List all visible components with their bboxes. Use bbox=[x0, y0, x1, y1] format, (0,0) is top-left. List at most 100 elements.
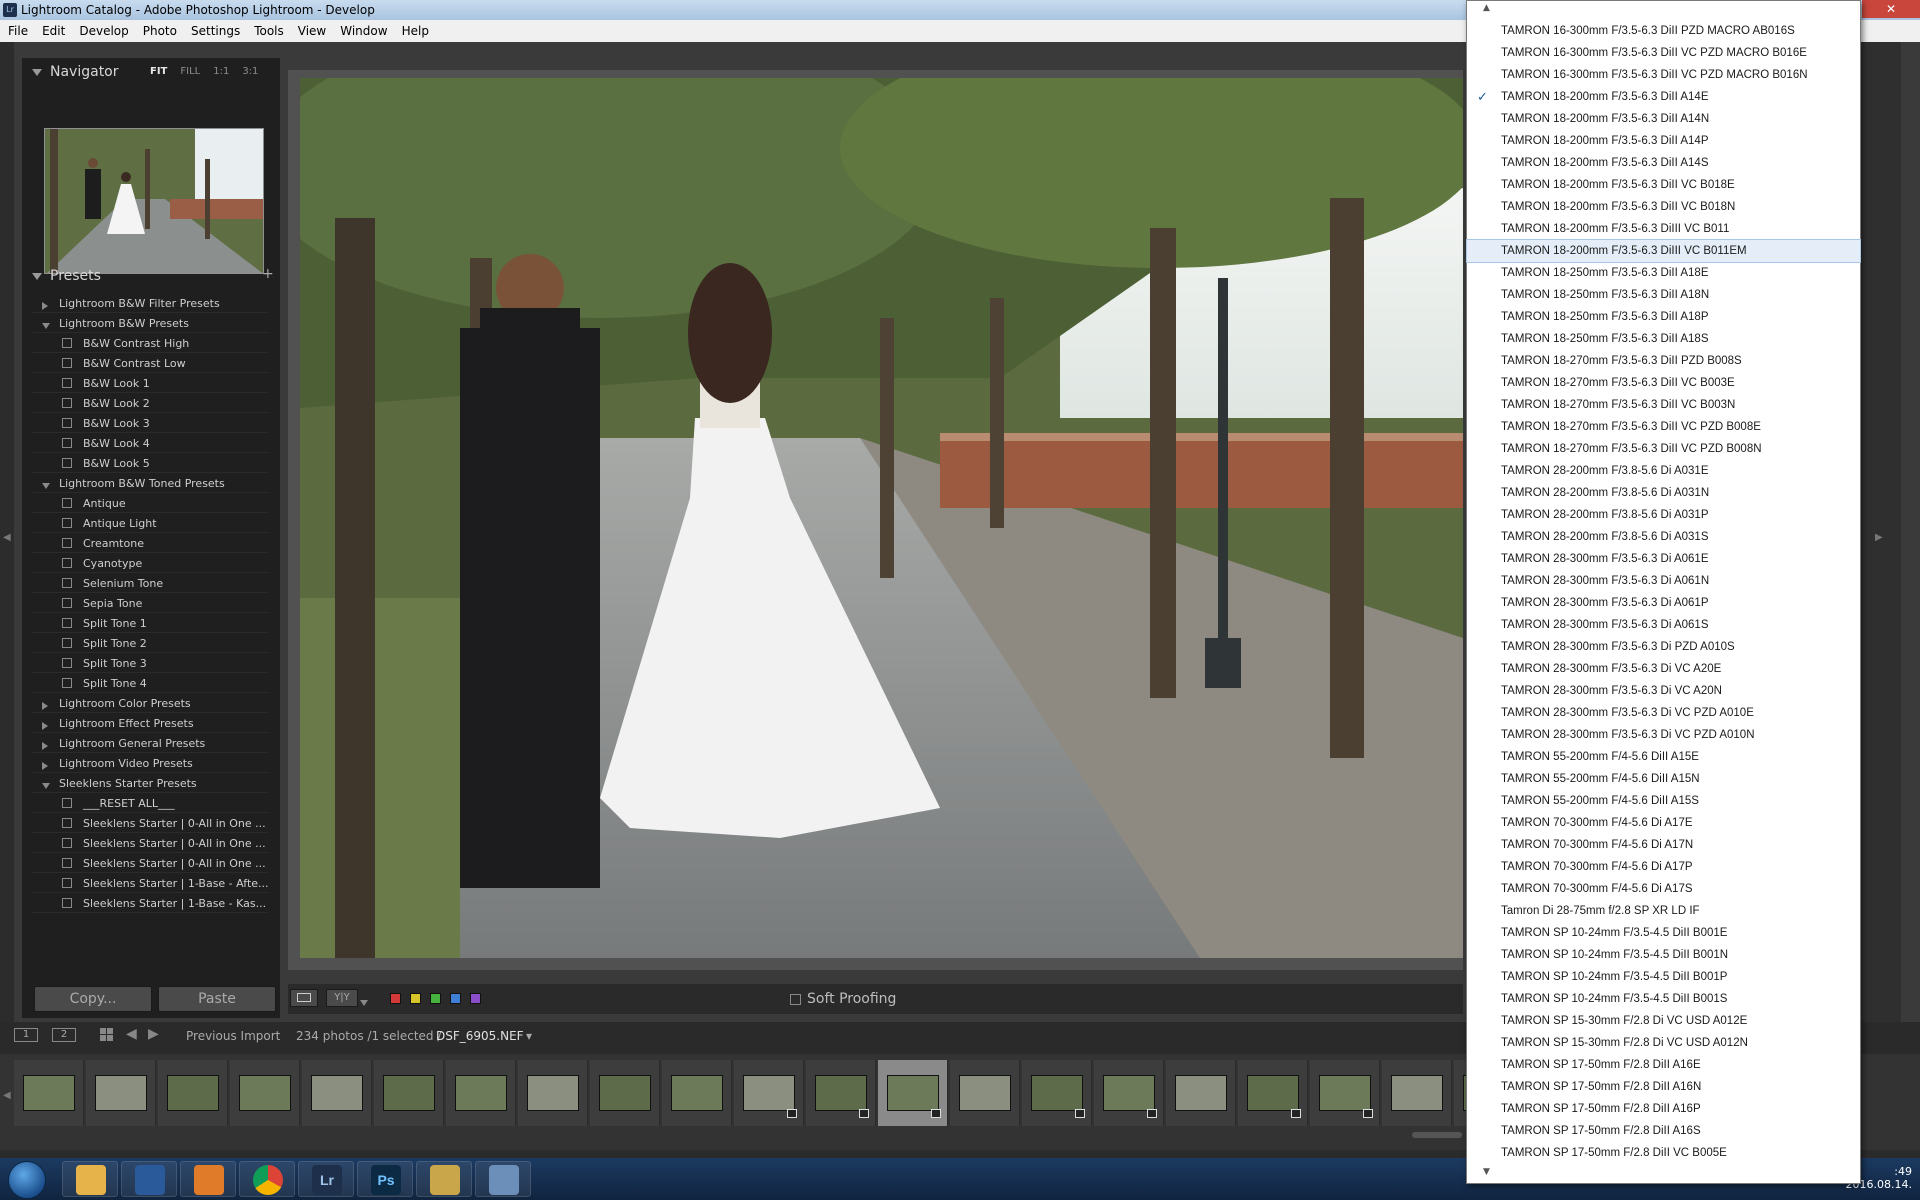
lens-profile-option[interactable]: TAMRON 18-270mm F/3.5-6.3 DiII VC B003E bbox=[1467, 372, 1860, 394]
lens-profile-option[interactable]: TAMRON 55-200mm F/4-5.6 DiII A15N bbox=[1467, 768, 1860, 790]
menu-develop[interactable]: Develop bbox=[79, 24, 128, 38]
preset-item[interactable]: Sleeklens Starter | 1-Base - Afte... bbox=[32, 874, 268, 893]
lens-profile-option[interactable]: TAMRON 70-300mm F/4-5.6 Di A17P bbox=[1467, 856, 1860, 878]
lens-profile-option[interactable]: TAMRON 70-300mm F/4-5.6 Di A17S bbox=[1467, 878, 1860, 900]
filmstrip-thumbnail[interactable] bbox=[518, 1060, 588, 1126]
lens-profile-option[interactable]: TAMRON 28-300mm F/3.5-6.3 Di A061S bbox=[1467, 614, 1860, 636]
lens-profile-option[interactable]: TAMRON SP 17-50mm F/2.8 DiII A16N bbox=[1467, 1076, 1860, 1098]
filmstrip-scrollbar[interactable] bbox=[1412, 1132, 1462, 1138]
preset-item[interactable]: Cyanotype bbox=[32, 554, 268, 573]
collapse-left-icon[interactable]: ◀ bbox=[3, 532, 11, 543]
lens-profile-option[interactable]: TAMRON 18-250mm F/3.5-6.3 DiII A18S bbox=[1467, 328, 1860, 350]
lens-profile-option[interactable]: TAMRON 55-200mm F/4-5.6 DiII A15S bbox=[1467, 790, 1860, 812]
preset-item[interactable]: Sleeklens Starter | 0-All in One ... bbox=[32, 834, 268, 853]
lens-profile-option[interactable]: TAMRON 18-200mm F/3.5-6.3 DiII VC B018E bbox=[1467, 174, 1860, 196]
preset-item[interactable]: B&W Look 3 bbox=[32, 414, 268, 433]
filmstrip-thumbnail[interactable] bbox=[446, 1060, 516, 1126]
expanded-triangle-icon[interactable] bbox=[42, 779, 50, 792]
color-label-green[interactable] bbox=[430, 993, 441, 1004]
filmstrip-left-icon[interactable]: ◀ bbox=[3, 1090, 11, 1101]
expanded-triangle-icon[interactable] bbox=[42, 319, 50, 332]
preset-item[interactable]: Selenium Tone bbox=[32, 574, 268, 593]
preset-item[interactable]: B&W Contrast Low bbox=[32, 354, 268, 373]
lens-profile-option[interactable]: TAMRON 18-200mm F/3.5-6.3 DiII VC B018N bbox=[1467, 196, 1860, 218]
left-panel-edge[interactable]: ◀ bbox=[0, 42, 14, 1022]
collapsed-triangle-icon[interactable] bbox=[42, 299, 48, 312]
lens-profile-option[interactable]: TAMRON 18-200mm F/3.5-6.3 DiII A14P bbox=[1467, 130, 1860, 152]
lens-profile-option[interactable]: TAMRON 18-270mm F/3.5-6.3 DiII VC B003N bbox=[1467, 394, 1860, 416]
add-preset-icon[interactable]: + bbox=[262, 266, 274, 282]
lens-profile-option[interactable]: TAMRON 28-200mm F/3.8-5.6 Di A031P bbox=[1467, 504, 1860, 526]
preset-folder[interactable]: Lightroom B&W Presets bbox=[32, 314, 268, 333]
navigator-preview[interactable] bbox=[44, 128, 264, 274]
zoom-fill[interactable]: FILL bbox=[180, 66, 200, 77]
menu-photo[interactable]: Photo bbox=[143, 24, 177, 38]
grid-view-icon[interactable] bbox=[100, 1028, 114, 1042]
lens-profile-option[interactable]: TAMRON SP 10-24mm F/3.5-4.5 DiII B001N bbox=[1467, 944, 1860, 966]
preset-folder[interactable]: Lightroom Color Presets bbox=[32, 694, 268, 713]
preset-item[interactable]: Sleeklens Starter | 0-All in One ... bbox=[32, 814, 268, 833]
color-label-yellow[interactable] bbox=[410, 993, 421, 1004]
filmstrip-thumbnail[interactable] bbox=[1094, 1060, 1164, 1126]
lens-profile-option[interactable]: TAMRON 16-300mm F/3.5-6.3 DiII VC PZD MA… bbox=[1467, 42, 1860, 64]
navigator-header[interactable]: Navigator bbox=[32, 64, 119, 80]
preset-folder[interactable]: Lightroom Video Presets bbox=[32, 754, 268, 773]
lens-profile-option[interactable]: TAMRON 28-300mm F/3.5-6.3 Di VC PZD A010… bbox=[1467, 724, 1860, 746]
lens-profile-option[interactable]: TAMRON 18-200mm F/3.5-6.3 DiIII VC B011E… bbox=[1466, 239, 1861, 263]
filmstrip-thumbnail[interactable] bbox=[86, 1060, 156, 1126]
lens-profile-option[interactable]: TAMRON SP 17-50mm F/2.8 DiII A16P bbox=[1467, 1098, 1860, 1120]
filmstrip-thumbnail[interactable] bbox=[734, 1060, 804, 1126]
filmstrip-thumbnail[interactable] bbox=[158, 1060, 228, 1126]
preset-item[interactable]: B&W Look 2 bbox=[32, 394, 268, 413]
zoom-3-1[interactable]: 3:1 bbox=[242, 66, 258, 77]
preset-item[interactable]: Split Tone 1 bbox=[32, 614, 268, 633]
menu-settings[interactable]: Settings bbox=[191, 24, 240, 38]
zoom-1-1[interactable]: 1:1 bbox=[213, 66, 229, 77]
filmstrip-thumbnail[interactable] bbox=[878, 1060, 948, 1126]
lens-profile-option[interactable]: TAMRON 28-300mm F/3.5-6.3 Di A061N bbox=[1467, 570, 1860, 592]
lens-profile-option[interactable]: TAMRON 16-300mm F/3.5-6.3 DiII PZD MACRO… bbox=[1467, 20, 1860, 42]
preset-item[interactable]: Sleeklens Starter | 0-All in One ... bbox=[32, 854, 268, 873]
preset-item[interactable]: Antique bbox=[32, 494, 268, 513]
filmstrip-thumbnail[interactable] bbox=[806, 1060, 876, 1126]
copy-button[interactable]: Copy... bbox=[34, 986, 152, 1012]
lens-profile-option[interactable]: TAMRON SP 15-30mm F/2.8 Di VC USD A012E bbox=[1467, 1010, 1860, 1032]
preset-folder[interactable]: Lightroom B&W Filter Presets bbox=[32, 294, 268, 313]
lens-profile-option[interactable]: TAMRON 18-200mm F/3.5-6.3 DiII A14N bbox=[1467, 108, 1860, 130]
menu-edit[interactable]: Edit bbox=[42, 24, 65, 38]
color-label-purple[interactable] bbox=[470, 993, 481, 1004]
loupe-view-button[interactable] bbox=[290, 989, 318, 1007]
menu-file[interactable]: File bbox=[8, 24, 28, 38]
filmstrip-thumbnail[interactable] bbox=[1022, 1060, 1092, 1126]
lens-profile-option[interactable]: Tamron Di 28-75mm f/2.8 SP XR LD IF bbox=[1467, 900, 1860, 922]
color-label-blue[interactable] bbox=[450, 993, 461, 1004]
screenshot-taskbar-button[interactable] bbox=[475, 1161, 531, 1197]
lens-profile-option[interactable]: TAMRON 28-200mm F/3.8-5.6 Di A031E bbox=[1467, 460, 1860, 482]
collapsed-triangle-icon[interactable] bbox=[42, 699, 48, 712]
lens-profile-option[interactable]: TAMRON SP 17-50mm F/2.8 DiII VC B005E bbox=[1467, 1142, 1860, 1164]
filmstrip-thumbnail[interactable] bbox=[14, 1060, 84, 1126]
lens-profile-option[interactable]: TAMRON 18-270mm F/3.5-6.3 DiII PZD B008S bbox=[1467, 350, 1860, 372]
lens-profile-option[interactable]: TAMRON 18-200mm F/3.5-6.3 DiII A14S bbox=[1467, 152, 1860, 174]
before-after-dropdown-icon[interactable] bbox=[360, 992, 368, 1011]
preset-item[interactable]: Antique Light bbox=[32, 514, 268, 533]
lens-profile-option[interactable]: TAMRON SP 10-24mm F/3.5-4.5 DiII B001E bbox=[1467, 922, 1860, 944]
preset-item[interactable]: B&W Look 5 bbox=[32, 454, 268, 473]
preset-item[interactable]: B&W Look 4 bbox=[32, 434, 268, 453]
preset-folder[interactable]: Lightroom Effect Presets bbox=[32, 714, 268, 733]
filmstrip-thumbnail[interactable] bbox=[590, 1060, 660, 1126]
filmstrip-thumbnail[interactable] bbox=[1238, 1060, 1308, 1126]
before-after-button[interactable]: Y|Y bbox=[326, 989, 358, 1007]
filmstrip-thumbnail[interactable] bbox=[1382, 1060, 1452, 1126]
lens-profile-option[interactable]: TAMRON 28-200mm F/3.8-5.6 Di A031S bbox=[1467, 526, 1860, 548]
save-taskbar-button[interactable] bbox=[121, 1161, 177, 1197]
lens-profile-option[interactable]: TAMRON 28-300mm F/3.5-6.3 Di A061E bbox=[1467, 548, 1860, 570]
lens-profile-option[interactable]: TAMRON 28-300mm F/3.5-6.3 Di PZD A010S bbox=[1467, 636, 1860, 658]
preset-item[interactable]: B&W Look 1 bbox=[32, 374, 268, 393]
lens-profile-option[interactable]: TAMRON 18-250mm F/3.5-6.3 DiII A18N bbox=[1467, 284, 1860, 306]
lens-profile-option[interactable]: TAMRON 28-300mm F/3.5-6.3 Di A061P bbox=[1467, 592, 1860, 614]
collapse-right-icon[interactable]: ▶ bbox=[1875, 532, 1883, 543]
preset-folder[interactable]: Lightroom General Presets bbox=[32, 734, 268, 753]
collapsed-triangle-icon[interactable] bbox=[42, 759, 48, 772]
lens-profile-option[interactable]: TAMRON 18-270mm F/3.5-6.3 DiII VC PZD B0… bbox=[1467, 438, 1860, 460]
